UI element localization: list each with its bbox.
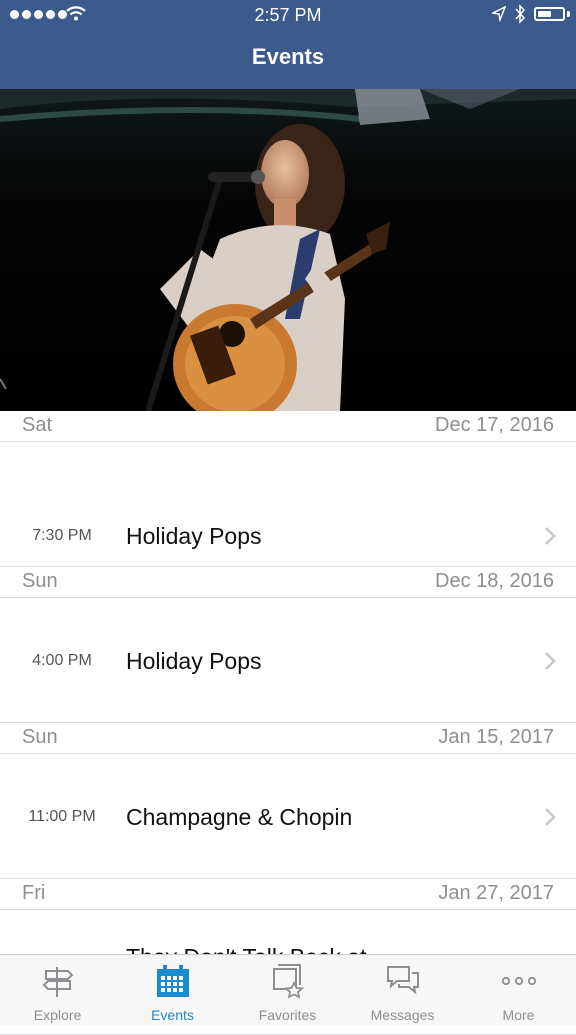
event-date: Dec 18, 2016 [435,570,554,592]
event-date: Jan 27, 2017 [438,882,554,904]
events-list: Sat Dec 17, 2016 7:30 PM Holiday Pops Su… [0,411,576,1035]
event-time: 4:00 PM [32,652,92,669]
chevron-right-icon [545,808,556,826]
event-title: Holiday Pops [126,523,262,549]
bluetooth-icon [515,4,526,24]
event-title: Champagne & Chopin [126,804,353,830]
day-header: Sun Dec 18, 2016 [0,567,576,598]
favorites-icon [272,964,304,999]
more-icon [501,976,536,986]
day-header: Sat Dec 17, 2016 [0,411,576,442]
event-time: 11:00 PM [28,808,96,825]
chevron-right-icon [545,527,556,545]
battery-icon [534,7,565,21]
battery-tip [567,11,570,17]
tab-favorites[interactable]: Favorites [230,955,345,1025]
tab-label: Explore [33,1007,82,1023]
tab-more[interactable]: More [461,955,576,1025]
day-of-week: Sat [22,414,53,436]
calendar-icon [156,965,189,997]
event-date: Dec 17, 2016 [435,414,554,436]
event-row[interactable]: 7:30 PM Holiday Pops [0,442,576,567]
page-title: Events [251,44,325,69]
status-bar: 2:57 PM [0,0,576,30]
signpost-icon [42,967,73,997]
event-time: 7:30 PM [32,527,92,544]
tab-label: Messages [370,1007,435,1023]
day-of-week: Fri [22,882,46,904]
chevron-right-icon [545,652,556,670]
day-header: Sun Jan 15, 2017 [0,723,576,754]
tab-label: More [502,1007,535,1023]
tab-label: Favorites [258,1007,317,1023]
day-of-week: Sun [22,570,58,592]
tab-messages[interactable]: Messages [345,955,460,1025]
tab-events[interactable]: Events [115,955,230,1025]
featured-image [0,89,576,411]
event-row[interactable]: 4:00 PM Holiday Pops [0,598,576,723]
event-date: Jan 15, 2017 [438,726,554,748]
location-icon [492,6,506,22]
messages-icon [386,966,419,995]
tab-bar: Explore Events Favorites Messages More [0,954,576,1025]
tab-explore[interactable]: Explore [0,955,115,1025]
day-header: Fri Jan 27, 2017 [0,879,576,910]
day-of-week: Sun [22,726,58,748]
top-bar: 2:57 PM Events [0,0,576,89]
tab-label: Events [151,1007,194,1023]
event-row[interactable]: 11:00 PM Champagne & Chopin [0,754,576,879]
event-title: Holiday Pops [126,648,262,674]
battery-level [538,11,551,17]
status-time: 2:57 PM [254,5,322,25]
